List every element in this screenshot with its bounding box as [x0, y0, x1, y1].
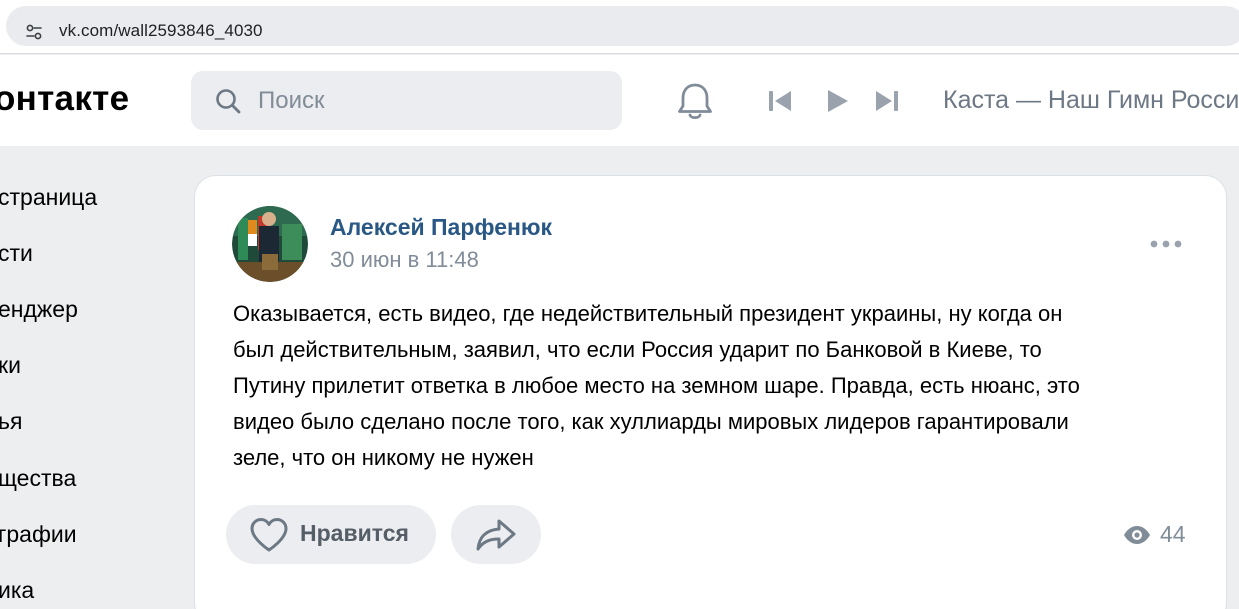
sidebar-item-photos[interactable]: графии [0, 521, 77, 548]
post-text-line: Путину прилетит ответка в любое место на… [233, 373, 1080, 398]
tune-icon[interactable] [24, 22, 44, 42]
search-box[interactable]: Поиск [191, 71, 622, 130]
author-avatar[interactable] [232, 206, 308, 282]
search-icon [216, 89, 241, 114]
url-text[interactable]: vk.com/wall2593846_4030 [59, 21, 263, 41]
post-author[interactable]: Алексей Парфенюк [330, 214, 552, 241]
like-label: Нравится [300, 520, 409, 546]
wall-post: Алексей Парфенюк 30 июн в 11:48 Оказывае… [194, 175, 1227, 609]
share-button[interactable] [451, 505, 541, 564]
heart-icon [250, 518, 288, 552]
browser-address-bar: vk.com/wall2593846_4030 [0, 0, 1239, 54]
sidebar-item-news[interactable]: сти [0, 240, 33, 267]
eye-icon [1124, 526, 1150, 544]
more-options-icon[interactable] [1149, 234, 1183, 254]
post-text-line: был действительным, заявил, что если Рос… [233, 337, 1042, 362]
post-text: Оказывается, есть видео, где недействите… [233, 296, 1193, 476]
play-icon[interactable] [824, 88, 850, 114]
views-count: 44 [1160, 521, 1186, 547]
left-nav: страница сти енджер ки ья щества графии … [0, 146, 180, 609]
skip-previous-icon[interactable] [766, 89, 794, 113]
site-header: онтакте Поиск Каста — Наш Гимн Росси [0, 55, 1239, 146]
post-text-line: видео было сделано после того, как хулли… [233, 409, 1069, 434]
post-text-line: зеле, что он никому не нужен [233, 445, 534, 470]
share-icon [476, 519, 516, 551]
like-button[interactable]: Нравится [226, 505, 436, 564]
sidebar-item-music[interactable]: ика [0, 577, 34, 604]
sidebar-item-calls[interactable]: ки [0, 352, 21, 379]
url-field[interactable]: vk.com/wall2593846_4030 [6, 6, 1239, 46]
sidebar-item-my-page[interactable]: страница [0, 184, 97, 211]
post-date[interactable]: 30 июн в 11:48 [330, 247, 479, 273]
bell-icon[interactable] [676, 81, 714, 121]
sidebar-item-friends[interactable]: ья [0, 408, 22, 435]
post-text-line: Оказывается, есть видео, где недействите… [233, 301, 1063, 326]
sidebar-item-messenger[interactable]: енджер [0, 296, 78, 323]
now-playing-title[interactable]: Каста — Наш Гимн Росси [943, 86, 1239, 115]
site-logo[interactable]: онтакте [0, 79, 129, 119]
search-input[interactable]: Поиск [258, 87, 325, 115]
sidebar-item-communities[interactable]: щества [0, 465, 76, 492]
skip-next-icon[interactable] [873, 89, 901, 113]
